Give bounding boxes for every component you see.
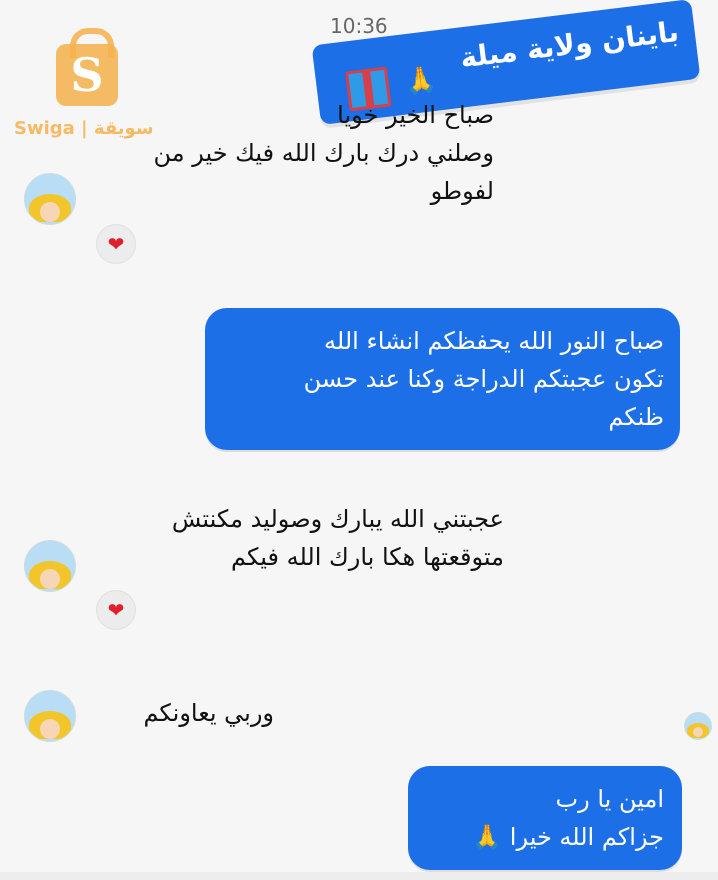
message-sent[interactable]: امين يا رب جزاكم الله خيرا 🙏 (408, 766, 682, 870)
avatar[interactable] (24, 540, 76, 592)
message-line: جزاكم الله خيرا 🙏 (472, 823, 664, 851)
message-line: لفوطو (430, 177, 494, 205)
bottom-divider (0, 872, 718, 880)
message-received[interactable]: صباح الخير خويا وصلني درك بارك الله فيك … (104, 96, 494, 210)
heart-reaction-icon[interactable]: ❤ (96, 590, 136, 630)
message-line: صباح الخير خويا (337, 101, 494, 129)
message-line: تكون عجبتكم الدراجة وكنا عند حسن (303, 365, 664, 393)
banner-title: باينان ولاية ميلة (458, 14, 681, 75)
message-received[interactable]: عجبتني الله يبارك وصوليد مكنتش متوقعتها … (104, 500, 504, 576)
message-line: عجبتني الله يبارك وصوليد مكنتش (171, 505, 504, 533)
seen-avatar (684, 712, 712, 740)
message-line: صباح النور الله يحفظكم انشاء الله (324, 327, 664, 355)
heart-reaction-icon[interactable]: ❤ (96, 224, 136, 264)
message-line: وصلني درك بارك الله فيك خير من (153, 139, 494, 167)
pray-emoji: 🙏 (403, 64, 439, 99)
message-line: امين يا رب (555, 785, 664, 813)
message-line: ظنكم (608, 403, 664, 431)
message-line: وربي يعاونكم (143, 699, 274, 727)
message-received[interactable]: وربي يعاونكم (104, 694, 274, 732)
message-line: متوقعتها هكا بارك الله فيكم (231, 543, 504, 571)
avatar[interactable] (24, 173, 76, 225)
message-sent[interactable]: صباح النور الله يحفظكم انشاء الله تكون ع… (205, 308, 680, 450)
avatar[interactable] (24, 690, 76, 742)
status-time: 10:36 (330, 14, 388, 38)
